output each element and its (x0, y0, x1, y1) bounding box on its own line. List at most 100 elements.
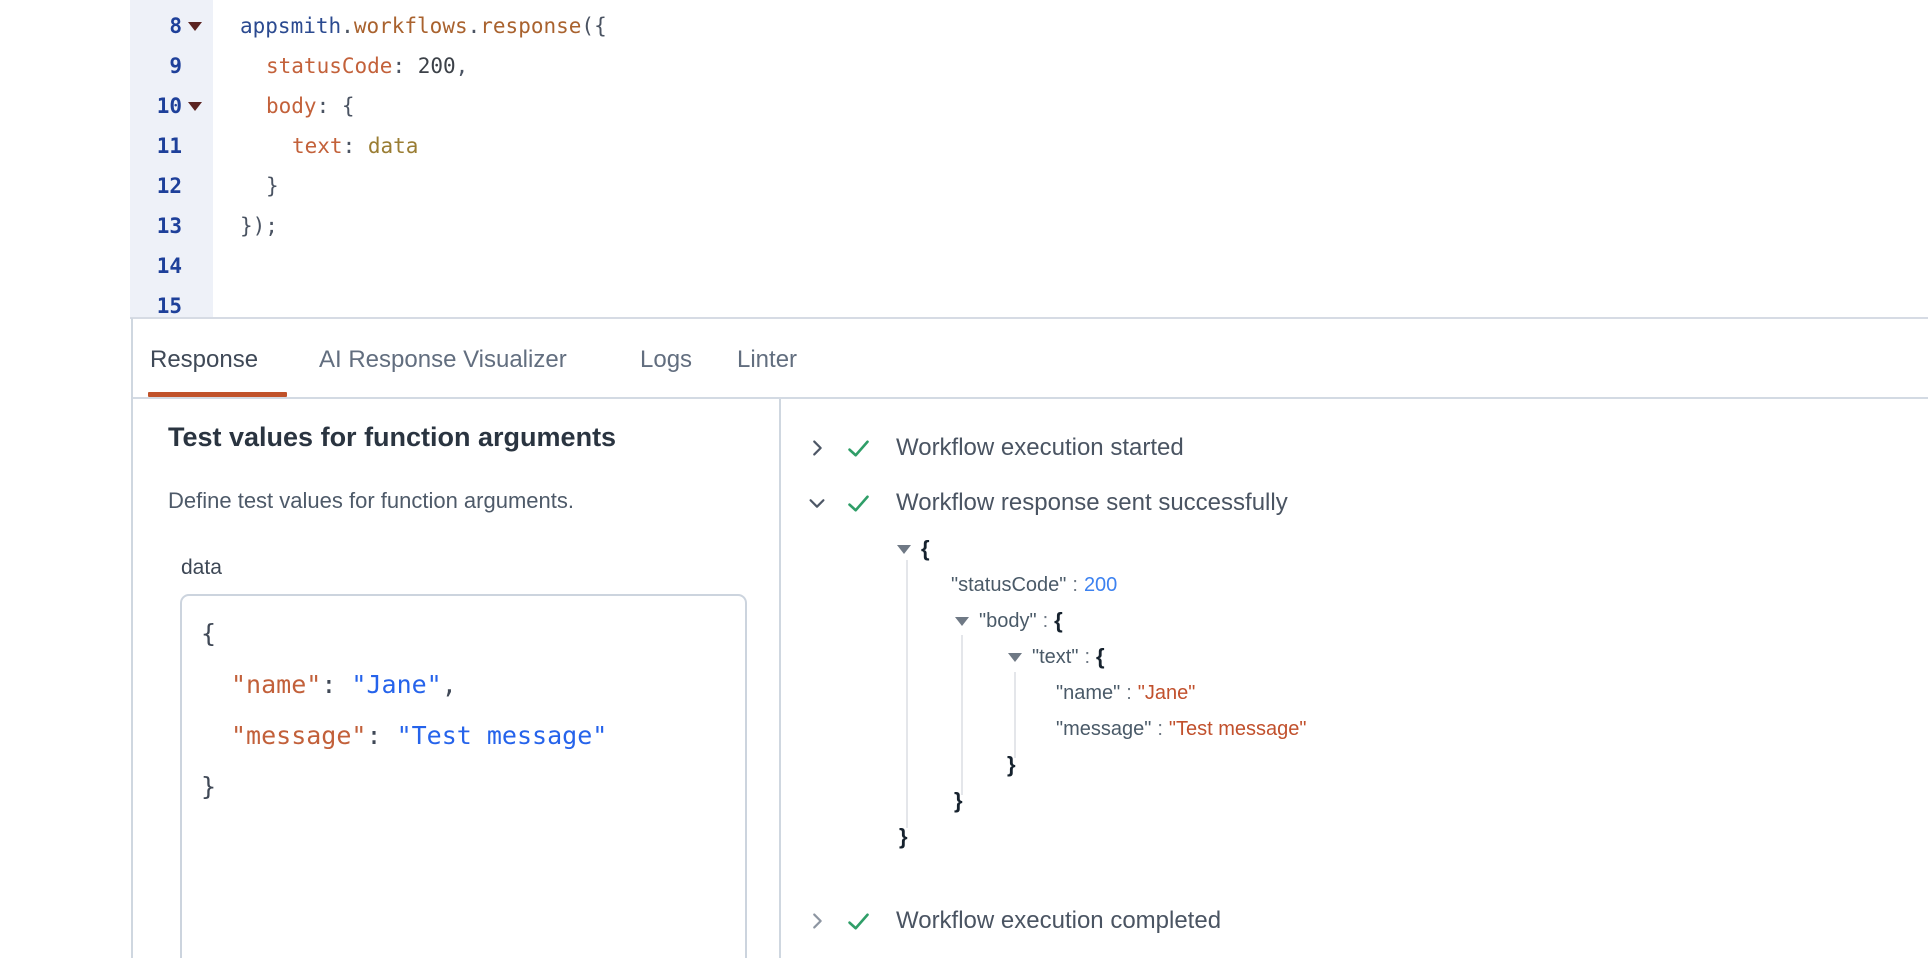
gutter-line: 8 (130, 6, 213, 46)
tree-key: "text" (1032, 639, 1078, 675)
code-token: . (468, 14, 481, 38)
tree-value: "Jane" (1138, 675, 1196, 711)
data-field-line: "name": "Jane", (201, 659, 745, 710)
line-number: 9 (130, 54, 182, 78)
code-token: text (292, 134, 343, 158)
code-token: : (392, 54, 417, 78)
data-field-line: "message": "Test message" (201, 710, 745, 761)
json-token: } (201, 772, 216, 801)
json-token: "message" (231, 721, 366, 750)
execution-event-row: Workflow response sent successfully (806, 488, 1288, 518)
code-token: : (343, 134, 368, 158)
data-field-editor[interactable]: {"name": "Jane","message": "Test message… (180, 594, 747, 958)
tab-logs[interactable]: Logs (640, 346, 692, 374)
line-number: 11 (130, 134, 182, 158)
arguments-panel-title: Test values for function arguments (168, 422, 616, 453)
tree-colon: : (1120, 675, 1138, 711)
workflow-editor-screen: 89101112131415 appsmith.workflows.respon… (0, 0, 1928, 958)
code-line[interactable]: appsmith.workflows.response({ (240, 6, 1928, 46)
json-token: : (366, 721, 396, 750)
json-token: "name" (231, 670, 321, 699)
tree-brace: { (1054, 603, 1063, 639)
code-token: data (368, 134, 419, 158)
tree-colon: : (1078, 639, 1096, 675)
editor-code[interactable]: appsmith.workflows.response({statusCode:… (213, 0, 1928, 317)
tree-row: { (890, 531, 1530, 567)
gutter-line: 14 (130, 246, 213, 286)
tree-row: } (890, 747, 1530, 783)
collapse-triangle-icon[interactable] (955, 617, 969, 626)
event-label: Workflow execution started (896, 434, 1184, 462)
json-token: : (321, 670, 351, 699)
code-token: }); (240, 214, 278, 238)
editor-bottom-divider (130, 317, 1928, 319)
code-line[interactable] (240, 286, 1928, 317)
code-line[interactable]: statusCode: 200, (240, 46, 1928, 86)
gutter-line: 10 (130, 86, 213, 126)
tabbar-bottom-border (131, 397, 1928, 399)
tree-key: "statusCode" (951, 567, 1066, 603)
fold-toggle[interactable] (182, 22, 213, 31)
json-token: "Jane" (351, 670, 441, 699)
chevron-right-icon[interactable] (806, 437, 828, 459)
tree-row: "text":{ (890, 639, 1530, 675)
code-token: response (480, 14, 581, 38)
execution-event-row: Workflow execution started (806, 433, 1184, 463)
code-token: 200 (418, 54, 456, 78)
code-line[interactable]: text: data (240, 126, 1928, 166)
tree-row: "name":"Jane" (890, 675, 1530, 711)
tree-row: } (890, 783, 1530, 819)
arguments-panel-subtitle: Define test values for function argument… (168, 488, 574, 514)
collapse-triangle-icon[interactable] (1008, 653, 1022, 662)
gutter-line: 11 (130, 126, 213, 166)
success-check-icon (845, 435, 872, 462)
json-token: "Test message" (397, 721, 608, 750)
tree-colon: : (1151, 711, 1169, 747)
tree-colon: : (1066, 567, 1084, 603)
tree-key: "name" (1056, 675, 1120, 711)
code-line[interactable]: }); (240, 206, 1928, 246)
code-token: statusCode (266, 54, 392, 78)
code-token: body (266, 94, 317, 118)
tree-key: "message" (1056, 711, 1151, 747)
panel-left-border (131, 318, 133, 958)
tree-value: "Test message" (1169, 711, 1307, 747)
line-number: 12 (130, 174, 182, 198)
gutter-line: 15 (130, 286, 213, 317)
data-field-label: data (181, 556, 222, 580)
tree-brace: } (954, 783, 963, 819)
editor-gutter: 89101112131415 (130, 0, 213, 317)
success-check-icon (845, 908, 872, 935)
tab-ai-response-visualizer[interactable]: AI Response Visualizer (319, 346, 567, 374)
tab-linter[interactable]: Linter (737, 346, 797, 374)
fold-arrow-icon (188, 102, 202, 111)
gutter-line: 12 (130, 166, 213, 206)
code-line[interactable]: } (240, 166, 1928, 206)
tree-brace: { (921, 531, 930, 567)
line-number: 10 (130, 94, 182, 118)
tab-response[interactable]: Response (150, 346, 258, 374)
chevron-down-icon[interactable] (806, 492, 828, 514)
code-token: : { (317, 94, 355, 118)
tree-row: "body":{ (890, 603, 1530, 639)
tree-brace: { (1096, 639, 1105, 675)
code-token: appsmith (240, 14, 341, 38)
chevron-right-icon[interactable] (806, 910, 828, 932)
gutter-line: 9 (130, 46, 213, 86)
tree-row: "message":"Test message" (890, 711, 1530, 747)
code-token: ({ (581, 14, 606, 38)
json-token: { (201, 619, 216, 648)
code-token: } (266, 174, 279, 198)
execution-event-row: Workflow execution completed (806, 906, 1221, 936)
tree-value: 200 (1084, 567, 1117, 603)
code-token: workflows (354, 14, 468, 38)
code-line[interactable] (240, 246, 1928, 286)
tree-brace: } (899, 819, 908, 855)
data-field-line: { (201, 608, 745, 659)
collapse-triangle-icon[interactable] (897, 545, 911, 554)
data-field-line: } (201, 761, 745, 812)
fold-toggle[interactable] (182, 102, 213, 111)
code-line[interactable]: body: { (240, 86, 1928, 126)
fold-arrow-icon (188, 22, 202, 31)
tree-key: "body" (979, 603, 1037, 639)
